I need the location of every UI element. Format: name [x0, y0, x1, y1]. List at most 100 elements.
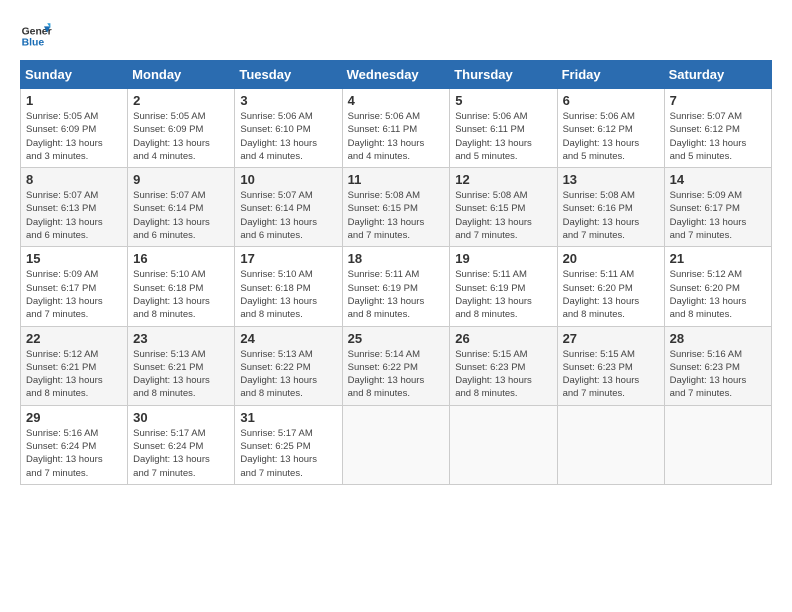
calendar-cell: 6Sunrise: 5:06 AMSunset: 6:12 PMDaylight…	[557, 89, 664, 168]
day-info: Sunrise: 5:05 AMSunset: 6:09 PMDaylight:…	[133, 110, 229, 163]
day-info: Sunrise: 5:08 AMSunset: 6:15 PMDaylight:…	[455, 189, 551, 242]
calendar-cell: 5 Sunrise: 5:06 AMSunset: 6:11 PMDaylight…	[450, 89, 557, 168]
calendar-cell: 26Sunrise: 5:15 AMSunset: 6:23 PMDayligh…	[450, 326, 557, 405]
day-info: Sunrise: 5:10 AMSunset: 6:18 PMDaylight:…	[133, 268, 229, 321]
day-info: Sunrise: 5:11 AMSunset: 6:19 PMDaylight:…	[455, 268, 551, 321]
calendar-cell: 20Sunrise: 5:11 AMSunset: 6:20 PMDayligh…	[557, 247, 664, 326]
calendar-week-1: 1 Sunrise: 5:05 AMSunset: 6:09 PMDaylight…	[21, 89, 772, 168]
calendar-cell: 30 Sunrise: 5:17 AMSunset: 6:24 PMDayligh…	[128, 405, 235, 484]
day-number: 5	[455, 93, 551, 108]
day-info: Sunrise: 5:17 AMSunset: 6:24 PMDaylight:…	[133, 427, 229, 480]
day-info: Sunrise: 5:05 AMSunset: 6:09 PMDaylight:…	[26, 110, 122, 163]
header-tuesday: Tuesday	[235, 61, 342, 89]
calendar-cell	[557, 405, 664, 484]
day-number: 13	[563, 172, 659, 187]
day-number: 31	[240, 410, 336, 425]
calendar-cell	[664, 405, 771, 484]
calendar-cell: 25 Sunrise: 5:14 AMSunset: 6:22 PMDayligh…	[342, 326, 450, 405]
calendar-cell: 28 Sunrise: 5:16 AMSunset: 6:23 PMDayligh…	[664, 326, 771, 405]
day-number: 11	[348, 172, 445, 187]
day-info: Sunrise: 5:10 AMSunset: 6:18 PMDaylight:…	[240, 268, 336, 321]
calendar-cell: 18Sunrise: 5:11 AMSunset: 6:19 PMDayligh…	[342, 247, 450, 326]
calendar-header-row: SundayMondayTuesdayWednesdayThursdayFrid…	[21, 61, 772, 89]
calendar-cell: 23Sunrise: 5:13 AMSunset: 6:21 PMDayligh…	[128, 326, 235, 405]
day-info: Sunrise: 5:14 AMSunset: 6:22 PMDaylight:…	[348, 348, 445, 401]
calendar-cell: 11 Sunrise: 5:08 AMSunset: 6:15 PMDayligh…	[342, 168, 450, 247]
calendar-week-3: 15Sunrise: 5:09 AMSunset: 6:17 PMDayligh…	[21, 247, 772, 326]
day-info: Sunrise: 5:09 AMSunset: 6:17 PMDaylight:…	[670, 189, 766, 242]
calendar-cell: 19 Sunrise: 5:11 AMSunset: 6:19 PMDayligh…	[450, 247, 557, 326]
calendar-cell	[342, 405, 450, 484]
day-number: 14	[670, 172, 766, 187]
day-info: Sunrise: 5:06 AMSunset: 6:12 PMDaylight:…	[563, 110, 659, 163]
svg-text:Blue: Blue	[22, 38, 45, 49]
calendar-cell: 9Sunrise: 5:07 AMSunset: 6:14 PMDaylight…	[128, 168, 235, 247]
calendar-cell: 2 Sunrise: 5:05 AMSunset: 6:09 PMDaylight…	[128, 89, 235, 168]
calendar-cell: 29 Sunrise: 5:16 AMSunset: 6:24 PMDayligh…	[21, 405, 128, 484]
calendar-table: SundayMondayTuesdayWednesdayThursdayFrid…	[20, 60, 772, 485]
header-wednesday: Wednesday	[342, 61, 450, 89]
calendar-week-5: 29 Sunrise: 5:16 AMSunset: 6:24 PMDayligh…	[21, 405, 772, 484]
day-info: Sunrise: 5:15 AMSunset: 6:23 PMDaylight:…	[563, 348, 659, 401]
day-info: Sunrise: 5:16 AMSunset: 6:24 PMDaylight:…	[26, 427, 122, 480]
logo: General Blue	[20, 20, 56, 52]
day-number: 24	[240, 331, 336, 346]
day-number: 26	[455, 331, 551, 346]
calendar-cell: 31 Sunrise: 5:17 AMSunset: 6:25 PMDayligh…	[235, 405, 342, 484]
day-number: 30	[133, 410, 229, 425]
day-number: 15	[26, 251, 122, 266]
calendar-cell: 21 Sunrise: 5:12 AMSunset: 6:20 PMDayligh…	[664, 247, 771, 326]
calendar-cell: 27 Sunrise: 5:15 AMSunset: 6:23 PMDayligh…	[557, 326, 664, 405]
day-info: Sunrise: 5:17 AMSunset: 6:25 PMDaylight:…	[240, 427, 336, 480]
day-info: Sunrise: 5:11 AMSunset: 6:20 PMDaylight:…	[563, 268, 659, 321]
day-info: Sunrise: 5:07 AMSunset: 6:12 PMDaylight:…	[670, 110, 766, 163]
calendar-week-4: 22Sunrise: 5:12 AMSunset: 6:21 PMDayligh…	[21, 326, 772, 405]
calendar-cell: 24 Sunrise: 5:13 AMSunset: 6:22 PMDayligh…	[235, 326, 342, 405]
day-info: Sunrise: 5:06 AMSunset: 6:10 PMDaylight:…	[240, 110, 336, 163]
day-number: 1	[26, 93, 122, 108]
day-number: 29	[26, 410, 122, 425]
calendar-cell: 12 Sunrise: 5:08 AMSunset: 6:15 PMDayligh…	[450, 168, 557, 247]
calendar-cell: 22Sunrise: 5:12 AMSunset: 6:21 PMDayligh…	[21, 326, 128, 405]
calendar-cell: 13Sunrise: 5:08 AMSunset: 6:16 PMDayligh…	[557, 168, 664, 247]
day-number: 17	[240, 251, 336, 266]
day-info: Sunrise: 5:13 AMSunset: 6:22 PMDaylight:…	[240, 348, 336, 401]
calendar-cell: 1 Sunrise: 5:05 AMSunset: 6:09 PMDaylight…	[21, 89, 128, 168]
calendar-cell: 14 Sunrise: 5:09 AMSunset: 6:17 PMDayligh…	[664, 168, 771, 247]
calendar-cell: 17 Sunrise: 5:10 AMSunset: 6:18 PMDayligh…	[235, 247, 342, 326]
calendar-cell: 16 Sunrise: 5:10 AMSunset: 6:18 PMDayligh…	[128, 247, 235, 326]
day-number: 10	[240, 172, 336, 187]
calendar-cell: 15Sunrise: 5:09 AMSunset: 6:17 PMDayligh…	[21, 247, 128, 326]
day-number: 12	[455, 172, 551, 187]
day-number: 3	[240, 93, 336, 108]
header-friday: Friday	[557, 61, 664, 89]
calendar-cell	[450, 405, 557, 484]
day-number: 19	[455, 251, 551, 266]
header-saturday: Saturday	[664, 61, 771, 89]
day-info: Sunrise: 5:06 AMSunset: 6:11 PMDaylight:…	[455, 110, 551, 163]
day-number: 16	[133, 251, 229, 266]
day-info: Sunrise: 5:07 AMSunset: 6:14 PMDaylight:…	[240, 189, 336, 242]
header-monday: Monday	[128, 61, 235, 89]
day-info: Sunrise: 5:12 AMSunset: 6:20 PMDaylight:…	[670, 268, 766, 321]
day-number: 21	[670, 251, 766, 266]
calendar-cell: 7Sunrise: 5:07 AMSunset: 6:12 PMDaylight…	[664, 89, 771, 168]
day-info: Sunrise: 5:07 AMSunset: 6:14 PMDaylight:…	[133, 189, 229, 242]
day-info: Sunrise: 5:08 AMSunset: 6:15 PMDaylight:…	[348, 189, 445, 242]
day-number: 2	[133, 93, 229, 108]
logo-icon: General Blue	[20, 20, 52, 52]
day-number: 27	[563, 331, 659, 346]
calendar-week-2: 8 Sunrise: 5:07 AMSunset: 6:13 PMDaylight…	[21, 168, 772, 247]
day-info: Sunrise: 5:16 AMSunset: 6:23 PMDaylight:…	[670, 348, 766, 401]
header-thursday: Thursday	[450, 61, 557, 89]
calendar-cell: 10 Sunrise: 5:07 AMSunset: 6:14 PMDayligh…	[235, 168, 342, 247]
day-number: 8	[26, 172, 122, 187]
day-number: 25	[348, 331, 445, 346]
day-info: Sunrise: 5:07 AMSunset: 6:13 PMDaylight:…	[26, 189, 122, 242]
calendar-cell: 8 Sunrise: 5:07 AMSunset: 6:13 PMDaylight…	[21, 168, 128, 247]
day-info: Sunrise: 5:06 AMSunset: 6:11 PMDaylight:…	[348, 110, 445, 163]
day-info: Sunrise: 5:13 AMSunset: 6:21 PMDaylight:…	[133, 348, 229, 401]
day-number: 28	[670, 331, 766, 346]
day-info: Sunrise: 5:12 AMSunset: 6:21 PMDaylight:…	[26, 348, 122, 401]
page-header: General Blue	[20, 20, 772, 52]
